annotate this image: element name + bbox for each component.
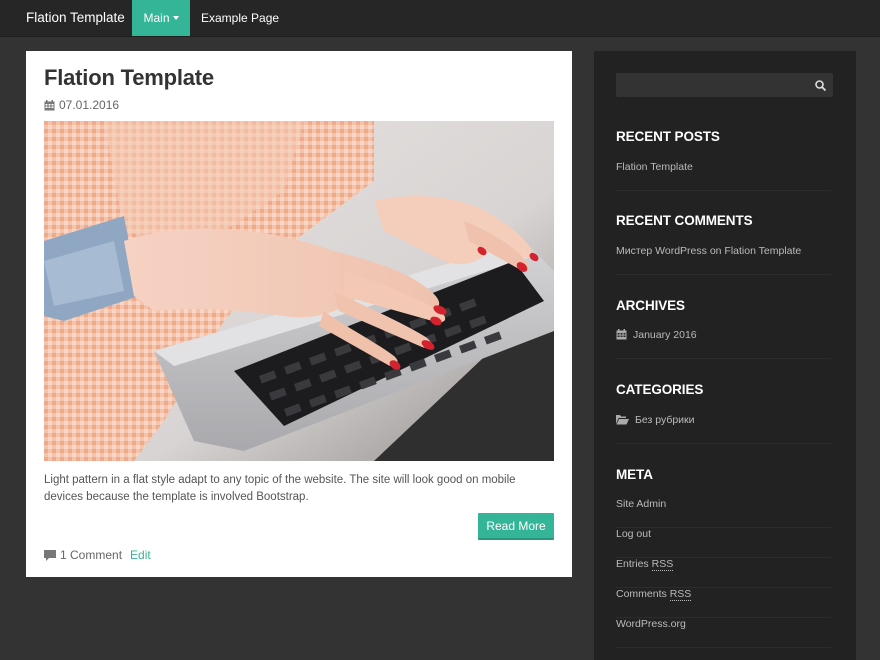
- recent-post-link[interactable]: Flation Template: [616, 161, 693, 173]
- nav-item-example-page[interactable]: Example Page: [201, 0, 279, 36]
- site-admin-link[interactable]: Site Admin: [616, 498, 666, 510]
- site-brand-link[interactable]: Flation Template: [26, 0, 125, 36]
- comment-author-link[interactable]: Мистер WordPress: [616, 245, 707, 257]
- comment-icon: [44, 549, 56, 561]
- calendar-icon: [616, 329, 627, 340]
- comments-link[interactable]: 1 Comment: [60, 548, 122, 562]
- search-button[interactable]: [807, 73, 833, 97]
- rss-abbr: RSS: [669, 588, 692, 601]
- post-date-text: 07.01.2016: [59, 98, 120, 112]
- archive-link[interactable]: January 2016: [633, 329, 697, 341]
- entries-rss-prefix: Entries: [616, 558, 652, 570]
- categories-title: CATEGORIES: [616, 382, 704, 397]
- sidebar: RECENT POSTS Flation Template RECENT COM…: [594, 51, 856, 660]
- search-icon: [814, 79, 826, 91]
- meta-item-site-admin[interactable]: Site Admin: [616, 498, 831, 528]
- meta-item-comments-rss[interactable]: Comments RSS: [616, 588, 831, 618]
- archives-title: ARCHIVES: [616, 298, 685, 313]
- comment-post-link[interactable]: Flation Template: [724, 245, 801, 257]
- meta-title: META: [616, 467, 653, 482]
- archive-item[interactable]: January 2016: [616, 329, 831, 359]
- recent-comment-item: Мистер WordPress on Flation Template: [616, 245, 831, 275]
- meta-item-wordpress-org[interactable]: WordPress.org: [616, 618, 831, 648]
- comment-on-text: on: [709, 245, 722, 257]
- post-excerpt: Light pattern in a flat style adapt to a…: [44, 474, 516, 503]
- category-link[interactable]: Без рубрики: [635, 414, 695, 426]
- entries-rss-link[interactable]: Entries RSS: [616, 558, 674, 571]
- comments-rss-prefix: Comments: [616, 588, 670, 600]
- nav-item-main-label: Main: [143, 11, 170, 25]
- log-out-link[interactable]: Log out: [616, 528, 651, 540]
- recent-post-item[interactable]: Flation Template: [616, 161, 831, 191]
- calendar-icon: [44, 99, 55, 110]
- read-more-button[interactable]: Read More: [478, 513, 554, 540]
- recent-comments-title: RECENT COMMENTS: [616, 213, 753, 228]
- top-navbar: Flation Template Main Example Page: [0, 0, 880, 37]
- wordpress-org-link[interactable]: WordPress.org: [616, 618, 686, 630]
- post-card: Flation Template 07.01.2016 Light patter…: [26, 51, 572, 577]
- post-featured-image[interactable]: [44, 121, 554, 461]
- rss-abbr: RSS: [651, 558, 674, 571]
- nav-item-main[interactable]: Main: [132, 0, 190, 36]
- folder-open-icon: [616, 415, 629, 425]
- laptop-typing-illustration: [44, 121, 554, 461]
- search-input[interactable]: [616, 73, 833, 97]
- recent-comment-text: Мистер WordPress on Flation Template: [616, 245, 801, 257]
- edit-link[interactable]: Edit: [130, 548, 151, 562]
- recent-posts-title: RECENT POSTS: [616, 129, 720, 144]
- post-meta: 1 Comment Edit: [44, 548, 151, 562]
- meta-item-log-out[interactable]: Log out: [616, 528, 831, 558]
- category-item[interactable]: Без рубрики: [616, 414, 831, 444]
- caret-down-icon: [172, 15, 179, 20]
- post-date: 07.01.2016: [44, 98, 119, 112]
- post-title-link[interactable]: Flation Template: [44, 65, 214, 91]
- meta-item-entries-rss[interactable]: Entries RSS: [616, 558, 831, 588]
- comments-rss-link[interactable]: Comments RSS: [616, 588, 692, 601]
